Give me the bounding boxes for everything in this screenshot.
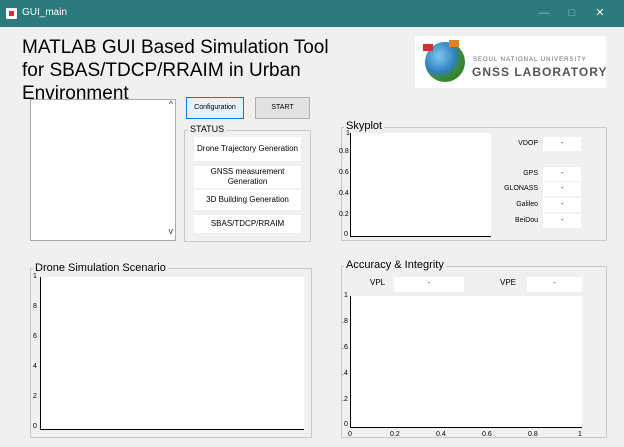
galileo-value: - [543,198,581,212]
window-titlebar: GUI_main — □ ✕ [0,0,624,27]
drone-x-axis [40,429,304,430]
accuracy-ytick: 0 [344,421,348,428]
skyplot-panel-label: Skyplot [344,120,385,132]
vdop-label: VDOP [518,140,538,147]
status-sbas-tdcp-rraim: SBAS/TDCP/RRAIM [194,215,301,233]
skyplot-ytick: 0 [344,231,348,238]
drone-ytick: 1 [33,273,37,280]
glonass-value: - [543,182,581,196]
configuration-button[interactable]: Configuration [186,97,244,119]
listbox-scrollbar[interactable] [163,100,175,240]
matlab-app-icon [6,8,17,19]
drone-ytick: 2 [33,393,37,400]
skyplot-y-axis [350,133,351,237]
logo-university: SEOUL NATIONAL UNIVERSITY [473,57,587,63]
skyplot-axes [350,133,491,237]
accuracy-ytick: .2 [342,396,348,403]
gps-label: GPS [523,170,538,177]
accuracy-integrity-label: Accuracy & Integrity [344,259,446,271]
accuracy-axes [350,296,582,428]
accuracy-ytick: .8 [342,318,348,325]
beidou-label: BeiDou [515,217,538,224]
start-button[interactable]: START [255,97,310,119]
drone-ytick: 8 [33,303,37,310]
drone-y-axis [40,277,41,430]
accuracy-ytick: 1 [344,292,348,299]
page-title: MATLAB GUI Based Simulation Tool for SBA… [22,36,412,105]
vdop-value: - [543,137,581,151]
output-listbox[interactable]: ^ v [30,99,176,241]
vpl-label: VPL [370,278,386,287]
scroll-down-icon[interactable]: v [169,226,174,236]
accuracy-ytick: .4 [342,370,348,377]
page-title-line1: MATLAB GUI Based Simulation Tool [22,37,329,58]
flag-icon [423,44,433,51]
vpl-value: - [394,277,464,292]
skyplot-ytick: 0.2 [339,211,349,218]
vpe-label: VPE [500,278,517,287]
logo-lab: GNSS LABORATORY [472,65,608,79]
skyplot-ytick: 0.6 [339,169,349,176]
status-panel-label: STATUS [188,124,227,134]
skyplot-ytick: 1 [346,130,350,137]
accuracy-xtick: 0 [348,431,352,438]
status-drone-trajectory: Drone Trajectory Generation [194,137,301,161]
drone-ytick: 4 [33,363,37,370]
maximize-icon[interactable]: □ [565,6,579,20]
accuracy-y-axis [350,296,351,428]
beidou-value: - [543,214,581,228]
window-title: GUI_main [22,7,68,18]
gnss-lab-logo: SEOUL NATIONAL UNIVERSITY GNSS LABORATOR… [415,36,606,88]
glonass-label: GLONASS [504,185,538,192]
skyplot-x-axis [350,236,491,237]
status-3d-building: 3D Building Generation [194,190,301,210]
flag-icon [449,40,459,47]
scroll-up-icon[interactable]: ^ [169,99,173,109]
accuracy-xtick: 0.6 [482,431,492,438]
vpe-value: - [527,277,582,292]
accuracy-xtick: 0.2 [390,431,400,438]
skyplot-ytick: 0.8 [339,148,349,155]
skyplot-ytick: 0.4 [339,190,349,197]
status-gnss-measurement: GNSS measurement Generation [194,166,301,188]
galileo-label: Galileo [516,201,538,208]
drone-scenario-label: Drone Simulation Scenario [33,262,168,274]
drone-ytick: 6 [33,333,37,340]
minimize-icon[interactable]: — [537,6,551,20]
drone-ytick: 0 [33,423,37,430]
drone-scenario-axes [40,277,304,430]
close-icon[interactable]: ✕ [593,6,607,20]
gps-value: - [543,167,581,181]
accuracy-xtick: 0.8 [528,431,538,438]
accuracy-ytick: .6 [342,344,348,351]
accuracy-xtick: 1 [578,431,582,438]
accuracy-xtick: 0.4 [436,431,446,438]
accuracy-x-axis [350,427,582,428]
